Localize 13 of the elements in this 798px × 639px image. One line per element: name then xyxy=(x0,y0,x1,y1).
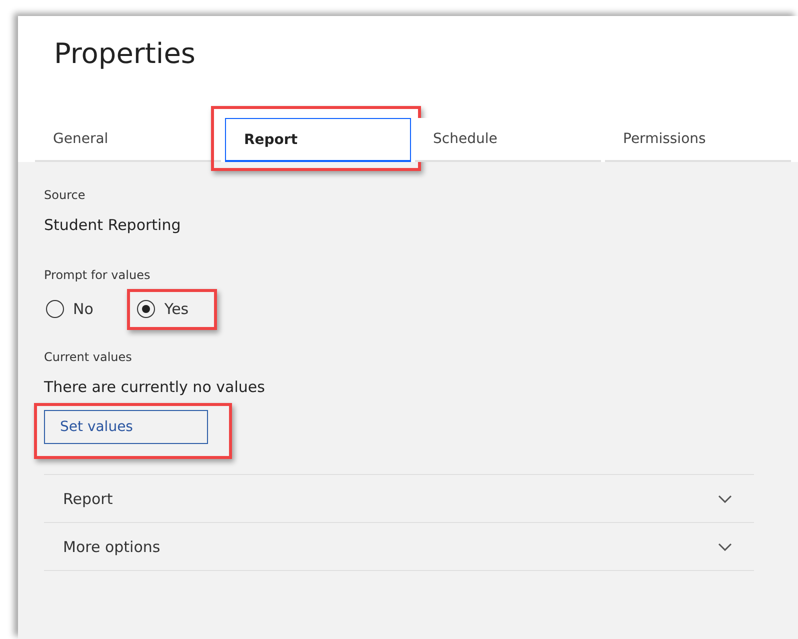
radio-option[interactable]: No xyxy=(44,298,96,320)
field-label: Prompt for values xyxy=(44,267,152,284)
accordion-row[interactable]: Report xyxy=(44,475,754,523)
field-label: Source xyxy=(44,187,86,204)
panel-title: Properties xyxy=(54,36,197,72)
tab[interactable]: Report xyxy=(225,118,411,162)
status-text: There are currently no values xyxy=(44,378,266,396)
tab[interactable]: Schedule xyxy=(415,118,601,162)
set-values-button[interactable]: Set values xyxy=(44,410,208,444)
accordion-row[interactable]: More options xyxy=(44,523,754,571)
source-value: Student Reporting xyxy=(44,216,182,234)
field-label: Current values xyxy=(44,349,133,366)
radio-option[interactable]: Yes xyxy=(135,298,191,320)
